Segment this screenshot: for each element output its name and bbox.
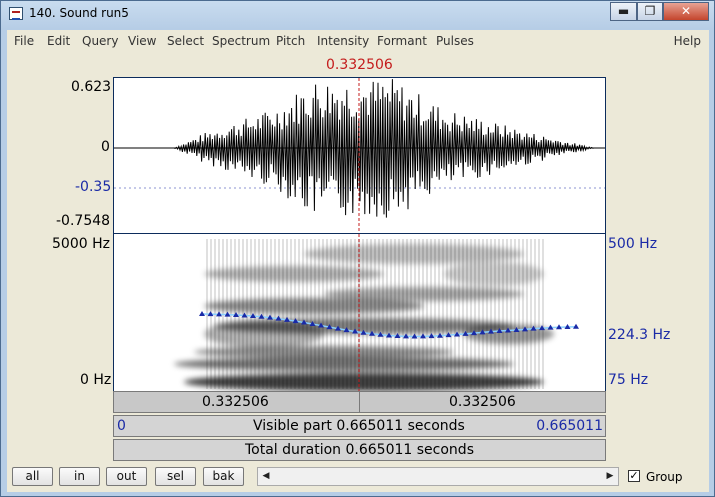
waveform-min-label: -0.7548 xyxy=(56,213,111,229)
menu-help[interactable]: Help xyxy=(674,34,701,48)
pitch-max-label: 500 Hz xyxy=(608,236,658,252)
zoom-all-button[interactable]: all xyxy=(12,467,53,486)
pitch-current-label: 224.3 Hz xyxy=(608,327,671,343)
praat-app-icon xyxy=(9,7,23,20)
selection-left-time: 0.332506 xyxy=(202,394,269,410)
zoom-out-button[interactable]: out xyxy=(106,467,147,486)
visible-part-bar[interactable]: 0 Visible part 0.665011 seconds 0.665011 xyxy=(113,415,606,437)
spectrogram-striations xyxy=(204,239,544,389)
horizontal-scrollbar[interactable]: ◀ ▶ xyxy=(257,467,619,486)
waveform-level-label: -0.35 xyxy=(75,179,112,195)
menu-file[interactable]: File xyxy=(14,34,34,48)
visible-part-label: Visible part 0.665011 seconds xyxy=(253,418,465,434)
spectrogram-min-freq-label: 0 Hz xyxy=(80,372,112,388)
spectrogram-max-freq-label: 5000 Hz xyxy=(52,236,110,252)
visible-start-time: 0 xyxy=(117,418,126,434)
editor-client-area: File Edit Query View Select Spectrum Pit… xyxy=(7,30,709,492)
total-duration-bar[interactable]: Total duration 0.665011 seconds xyxy=(113,439,606,461)
waveform-max-label: 0.623 xyxy=(71,79,112,95)
menu-intensity[interactable]: Intensity xyxy=(317,34,369,48)
zoom-selection-button[interactable]: sel xyxy=(155,467,196,486)
group-checkbox[interactable]: ✓ xyxy=(628,470,640,482)
menu-edit[interactable]: Edit xyxy=(47,34,70,48)
total-duration-label: Total duration 0.665011 seconds xyxy=(245,442,474,458)
selection-time-bar[interactable]: 0.332506 0.332506 xyxy=(113,391,606,413)
window-title: 140. Sound run5 xyxy=(29,6,129,20)
selection-divider xyxy=(359,392,360,412)
menu-bar: File Edit Query View Select Spectrum Pit… xyxy=(7,30,709,52)
scroll-left-arrow-icon[interactable]: ◀ xyxy=(258,468,274,485)
zoom-in-button[interactable]: in xyxy=(59,467,100,486)
minimize-button[interactable]: ▬ xyxy=(610,2,637,21)
menu-pulses[interactable]: Pulses xyxy=(436,34,474,48)
zoom-back-button[interactable]: bak xyxy=(203,467,244,486)
menu-query[interactable]: Query xyxy=(82,34,118,48)
menu-pitch[interactable]: Pitch xyxy=(276,34,305,48)
visible-end-time: 0.665011 xyxy=(536,418,603,434)
close-button[interactable]: ✕ xyxy=(663,2,709,21)
menu-select[interactable]: Select xyxy=(167,34,204,48)
group-label: Group xyxy=(646,470,683,484)
waveform-svg xyxy=(114,78,605,233)
spectrogram-panel[interactable] xyxy=(113,234,606,391)
cursor-time-label: 0.332506 xyxy=(326,57,393,73)
waveform-panel[interactable] xyxy=(113,77,606,234)
selection-right-time: 0.332506 xyxy=(449,394,516,410)
menu-formant[interactable]: Formant xyxy=(377,34,427,48)
title-bar[interactable]: 140. Sound run5 ▬ ❐ ✕ xyxy=(1,1,714,27)
app-window: 140. Sound run5 ▬ ❐ ✕ File Edit Query Vi… xyxy=(0,0,715,497)
pitch-min-label: 75 Hz xyxy=(608,372,649,388)
spectrogram-svg xyxy=(174,234,579,391)
scroll-right-arrow-icon[interactable]: ▶ xyxy=(602,468,618,485)
menu-view[interactable]: View xyxy=(128,34,156,48)
menu-spectrum[interactable]: Spectrum xyxy=(212,34,270,48)
waveform-zero-label: 0 xyxy=(101,139,110,155)
maximize-button[interactable]: ❐ xyxy=(637,2,663,21)
